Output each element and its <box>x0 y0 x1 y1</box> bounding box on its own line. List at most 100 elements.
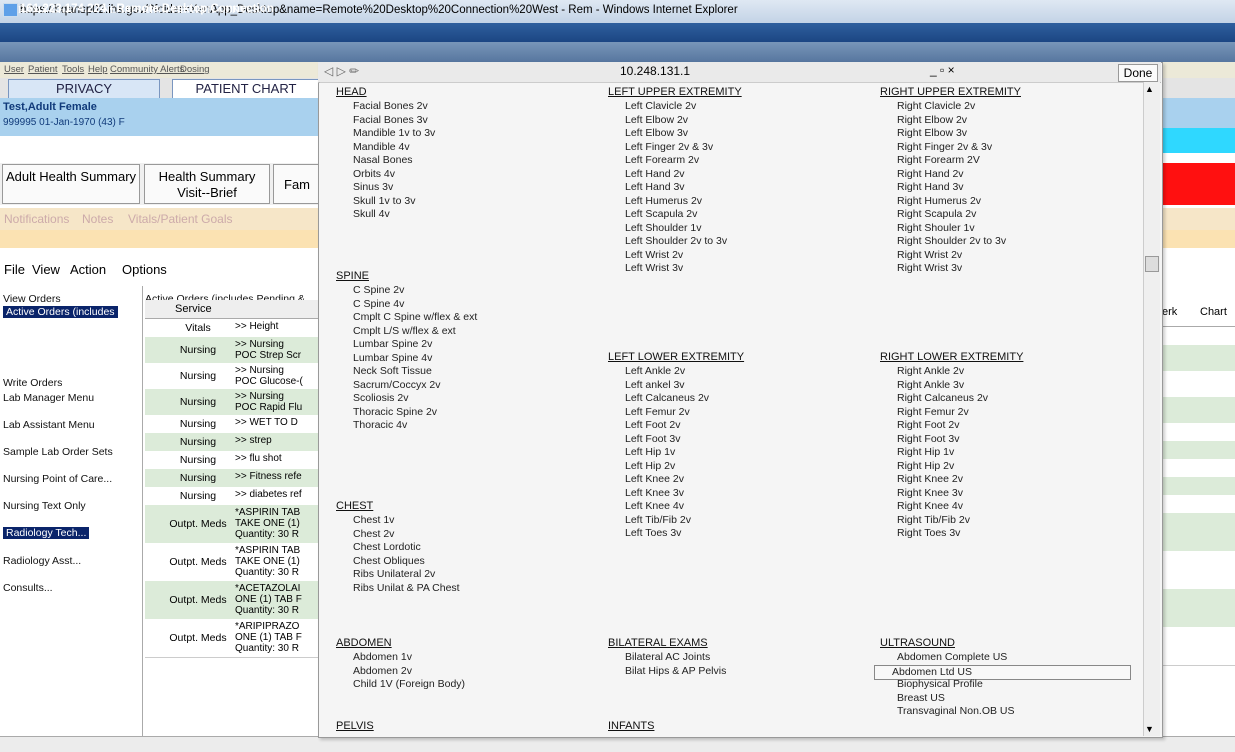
menu-tools[interactable]: Tools <box>62 64 84 75</box>
table-row[interactable]: Outpt. Meds *ASPIRIN TAB TAKE ONE (1) Quant… <box>145 505 320 544</box>
exam-item[interactable]: Facial Bones 2v <box>336 100 428 113</box>
exam-item[interactable]: Right Hip 1v <box>880 446 954 459</box>
exam-item[interactable]: Right Foot 2v <box>880 419 959 432</box>
exam-item[interactable]: Right Hand 3v <box>880 181 964 194</box>
exam-item[interactable]: Right Knee 4v <box>880 500 963 513</box>
table-row[interactable]: Outpt. Meds *ACETAZOLAI ONE (1) TAB F Quant… <box>145 581 320 620</box>
exam-item[interactable]: Left Foot 2v <box>608 419 680 432</box>
menu-file[interactable]: File <box>4 262 25 277</box>
exam-item[interactable]: Abdomen 1v <box>336 651 412 664</box>
table-row[interactable]: Nursing >> Fitness refe <box>145 469 320 488</box>
popup-nav-arrows[interactable]: ◁ ▷ ✏ <box>324 64 386 80</box>
exam-item[interactable]: Right Humerus 2v <box>880 195 981 208</box>
exam-item[interactable]: Left Elbow 3v <box>608 127 688 140</box>
exam-item[interactable]: Left ankel 3v <box>608 379 685 392</box>
exam-item[interactable]: Breast US <box>880 692 945 705</box>
exam-item[interactable]: Left Shoulder 1v <box>608 222 701 235</box>
exam-item[interactable]: Scoliosis 2v <box>336 392 408 405</box>
exam-item[interactable]: Thoracic Spine 2v <box>336 406 437 419</box>
exam-item[interactable]: Lumbar Spine 4v <box>336 352 432 365</box>
exam-item[interactable]: Chest 1v <box>336 514 394 527</box>
menu-help[interactable]: Help <box>88 64 108 75</box>
exam-item[interactable]: Nasal Bones <box>336 154 413 167</box>
exam-item[interactable]: Left Hand 3v <box>608 181 685 194</box>
menu-user[interactable]: User <box>4 64 24 75</box>
active-orders-item[interactable]: Active Orders (includes <box>3 306 118 318</box>
exam-item[interactable]: Left Forearm 2v <box>608 154 699 167</box>
table-row[interactable]: Nursing >> strep <box>145 433 320 452</box>
exam-item[interactable]: Right Ankle 2v <box>880 365 964 378</box>
exam-item[interactable]: Cmplt C Spine w/flex & ext <box>336 311 477 324</box>
exam-item[interactable]: Child 1V (Foreign Body) <box>336 678 465 691</box>
exam-item[interactable]: Left Finger 2v & 3v <box>608 141 713 154</box>
exam-item[interactable]: Left Knee 4v <box>608 500 684 513</box>
exam-item[interactable]: Ribs Unilateral 2v <box>336 568 435 581</box>
exam-item[interactable]: Right Elbow 3v <box>880 127 967 140</box>
tab-notifications[interactable]: Notifications <box>4 210 69 228</box>
menu-view[interactable]: View <box>32 262 60 277</box>
exam-item[interactable]: Skull 1v to 3v <box>336 195 415 208</box>
write-orders-item[interactable]: Lab Assistant Menu <box>3 419 95 431</box>
exam-item[interactable]: Right Scapula 2v <box>880 208 976 221</box>
menu-action[interactable]: Action <box>70 262 106 277</box>
exam-item[interactable]: Mandible 1v to 3v <box>336 127 435 140</box>
exam-item[interactable]: Left Hip 2v <box>608 460 675 473</box>
table-row[interactable]: Nursing >> Nursing POC Rapid Flu <box>145 389 320 416</box>
exam-item[interactable]: Thoracic 4v <box>336 419 407 432</box>
exam-item[interactable]: Biophysical Profile <box>880 678 983 691</box>
table-row[interactable]: Nursing >> WET TO D <box>145 415 320 434</box>
table-row[interactable]: Vitals >> Height <box>145 319 320 338</box>
exam-item[interactable]: C Spine 2v <box>336 284 404 297</box>
exam-item[interactable]: Chest 2v <box>336 528 394 541</box>
exam-item[interactable]: Left Scapula 2v <box>608 208 697 221</box>
family-button[interactable]: Fam <box>273 164 321 204</box>
exam-item[interactable]: Right Clavicle 2v <box>880 100 975 113</box>
menu-community-alerts[interactable]: Community Alerts <box>110 64 184 75</box>
exam-item[interactable]: Left Shoulder 2v to 3v <box>608 235 727 248</box>
exam-item[interactable]: Right Shouler 1v <box>880 222 975 235</box>
exam-item[interactable]: Right Ankle 3v <box>880 379 964 392</box>
tab-privacy[interactable]: PRIVACY <box>8 79 160 99</box>
adult-health-summary-button[interactable]: Adult Health Summary <box>2 164 140 204</box>
exam-item[interactable]: Right Forearm 2V <box>880 154 980 167</box>
exam-item[interactable]: Right Femur 2v <box>880 406 969 419</box>
exam-item[interactable]: Abdomen 2v <box>336 665 412 678</box>
exam-item[interactable]: Left Tib/Fib 2v <box>608 514 691 527</box>
exam-item[interactable]: Chest Obliques <box>336 555 425 568</box>
exam-item[interactable]: Bilateral AC Joints <box>608 651 710 664</box>
exam-item[interactable]: Bilat Hips & AP Pelvis <box>608 665 726 678</box>
table-row[interactable]: Outpt. Meds *ARIPIPRAZO ONE (1) TAB F Quant… <box>145 619 320 658</box>
exam-item[interactable]: Chest Lordotic <box>336 541 421 554</box>
exam-item[interactable]: Left Wrist 2v <box>608 249 683 262</box>
table-row[interactable]: Nursing >> diabetes ref <box>145 487 320 506</box>
patient-name[interactable]: Test,Adult Female <box>3 101 97 113</box>
tab-patient-chart[interactable]: PATIENT CHART <box>172 79 320 99</box>
exam-item[interactable]: Right Hand 2v <box>880 168 964 181</box>
exam-item[interactable]: Left Foot 3v <box>608 433 680 446</box>
exam-item[interactable]: Neck Soft Tissue <box>336 365 432 378</box>
scroll-thumb[interactable] <box>1145 256 1159 272</box>
exam-item[interactable]: Right Foot 3v <box>880 433 959 446</box>
tab-notes[interactable]: Notes <box>82 210 113 228</box>
write-orders-item[interactable]: Sample Lab Order Sets <box>3 446 113 458</box>
bottom-scrollbar[interactable] <box>0 736 1235 752</box>
table-row[interactable]: Nursing >> flu shot <box>145 451 320 470</box>
exam-item[interactable]: Left Calcaneus 2v <box>608 392 709 405</box>
write-orders-item[interactable]: Nursing Text Only <box>3 500 86 512</box>
tab-vitals[interactable]: Vitals/Patient Goals <box>128 210 233 228</box>
exam-item[interactable]: Orbits 4v <box>336 168 395 181</box>
exam-item[interactable]: Left Hip 1v <box>608 446 675 459</box>
exam-item[interactable]: Mandible 4v <box>336 141 410 154</box>
exam-item[interactable]: Right Hip 2v <box>880 460 954 473</box>
exam-item[interactable]: C Spine 4v <box>336 298 404 311</box>
scroll-up-icon[interactable]: ▲ <box>1145 84 1154 94</box>
table-row[interactable]: Outpt. Meds *ASPIRIN TAB TAKE ONE (1) Quant… <box>145 543 320 582</box>
exam-item[interactable]: Left Elbow 2v <box>608 114 688 127</box>
exam-item[interactable]: Left Clavicle 2v <box>608 100 696 113</box>
exam-item[interactable]: Right Calcaneus 2v <box>880 392 988 405</box>
write-orders-item[interactable]: Radiology Asst... <box>3 555 81 567</box>
menu-options[interactable]: Options <box>122 262 167 277</box>
exam-item[interactable]: Right Wrist 2v <box>880 249 962 262</box>
done-button[interactable]: Done <box>1118 64 1158 82</box>
exam-item[interactable]: Sacrum/Coccyx 2v <box>336 379 441 392</box>
